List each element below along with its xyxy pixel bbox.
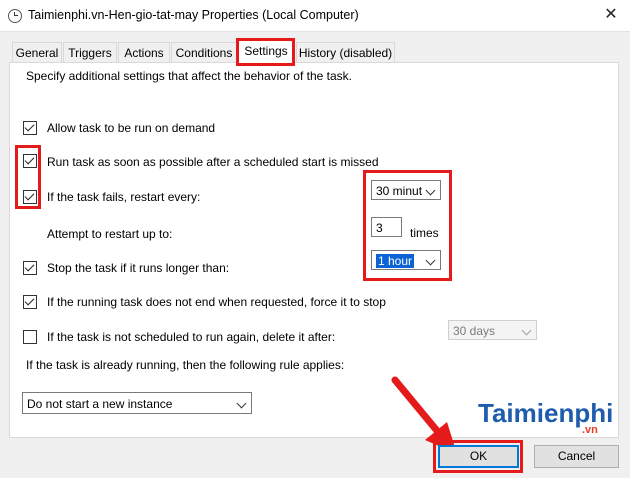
settings-panel [9, 62, 619, 438]
settings-intro: Specify additional settings that affect … [26, 69, 352, 83]
attempt-restart-label: Attempt to restart up to: [47, 227, 173, 241]
ok-highlight [433, 440, 523, 473]
rule-value: Do not start a new instance [27, 397, 173, 411]
tab-conditions[interactable]: Conditions [171, 42, 237, 63]
rule-dropdown[interactable]: Do not start a new instance [22, 392, 252, 414]
chevron-down-icon [236, 398, 247, 409]
stop-longer-label: Stop the task if it runs longer than: [47, 261, 230, 275]
window-title: Taimienphi.vn-Hen-gio-tat-may Properties… [28, 8, 359, 22]
delete-after-dropdown[interactable]: 30 days [448, 320, 537, 340]
delete-after-checkbox[interactable] [23, 330, 37, 344]
allow-run-label: Allow task to be run on demand [47, 121, 216, 135]
settings-tab-highlight [236, 38, 295, 66]
tab-history[interactable]: History (disabled) [296, 42, 395, 63]
stop-longer-checkbox[interactable] [23, 261, 37, 275]
cancel-button[interactable]: Cancel [534, 445, 619, 468]
force-stop-checkbox[interactable] [23, 295, 37, 309]
close-button[interactable]: ✕ [596, 2, 626, 28]
watermark-tld: .vn [582, 424, 598, 436]
force-stop-label: If the running task does not end when re… [47, 295, 386, 309]
tab-triggers[interactable]: Triggers [63, 42, 117, 63]
checkbox-highlight [15, 145, 41, 209]
allow-run-checkbox[interactable] [23, 121, 37, 135]
tab-general[interactable]: General [12, 42, 62, 63]
controls-highlight [363, 170, 452, 281]
delete-after-value: 30 days [453, 324, 496, 338]
rule-label-text: If the task is already running, then the… [26, 358, 345, 372]
title-bar: Taimienphi.vn-Hen-gio-tat-may Properties… [0, 0, 630, 32]
clock-icon [8, 9, 22, 23]
chevron-down-icon [521, 325, 532, 336]
tab-actions[interactable]: Actions [118, 42, 170, 63]
run-asap-label: Run task as soon as possible after a sch… [47, 155, 379, 169]
restart-every-label: If the task fails, restart every: [47, 190, 201, 204]
delete-after-label: If the task is not scheduled to run agai… [47, 330, 336, 344]
